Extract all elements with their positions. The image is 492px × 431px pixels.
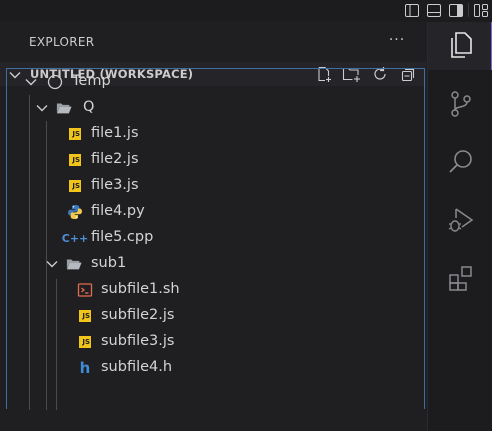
- open-folder-icon: [56, 100, 72, 116]
- tree-item-file[interactable]: JS file2.js: [7, 147, 425, 173]
- tree-item-label: Temp: [72, 73, 111, 89]
- explorer-icon[interactable]: [428, 22, 492, 70]
- search-icon[interactable]: [428, 138, 492, 186]
- source-control-icon[interactable]: [428, 80, 492, 128]
- tree-item-label: file1.js: [91, 125, 139, 141]
- root-folder-circle-icon: [47, 74, 63, 90]
- javascript-file-icon: JS: [77, 308, 93, 324]
- extensions-icon[interactable]: [428, 254, 492, 302]
- layout-separator: [468, 3, 469, 17]
- tree-item-folder-q[interactable]: Q: [7, 95, 425, 121]
- tree-item-label: Q: [83, 99, 95, 115]
- more-actions-button[interactable]: ···: [386, 30, 408, 50]
- tree-item-file[interactable]: subfile1.sh: [7, 277, 425, 303]
- tree-item-file[interactable]: JS subfile2.js: [7, 303, 425, 329]
- javascript-file-icon: JS: [77, 334, 93, 350]
- tree-item-label: subfile3.js: [101, 333, 175, 349]
- toggle-secondary-sidebar-icon[interactable]: [445, 1, 467, 19]
- tree-item-file[interactable]: file4.py: [7, 199, 425, 225]
- tree-item-file[interactable]: h subfile4.h: [7, 355, 425, 381]
- file-tree: Temp Q JS file1.js JS file2.js JS file3.…: [6, 68, 425, 410]
- tree-item-label: file3.js: [91, 177, 139, 193]
- python-file-icon: [67, 204, 83, 220]
- tree-item-file[interactable]: JS file3.js: [7, 173, 425, 199]
- tree-item-label: sub1: [91, 255, 127, 271]
- tree-item-label: subfile4.h: [101, 359, 173, 375]
- tree-item-file[interactable]: JS subfile3.js: [7, 329, 425, 355]
- tree-item-label: file2.js: [91, 151, 139, 167]
- run-debug-icon[interactable]: [428, 196, 492, 244]
- tree-focus-border: [424, 68, 425, 409]
- tree-item-label: file4.py: [91, 203, 145, 219]
- customize-layout-icon[interactable]: [470, 1, 492, 19]
- javascript-file-icon: JS: [67, 126, 83, 142]
- tree-item-file[interactable]: JS file1.js: [7, 121, 425, 147]
- tree-item-root[interactable]: Temp: [7, 69, 425, 95]
- chevron-down-icon: [44, 256, 60, 272]
- explorer-title: EXPLORER: [29, 35, 95, 49]
- javascript-file-icon: JS: [67, 178, 83, 194]
- toggle-primary-sidebar-icon[interactable]: [401, 1, 423, 19]
- tree-item-label: subfile1.sh: [101, 281, 180, 297]
- header-file-icon: h: [79, 359, 91, 377]
- activity-bar: [427, 22, 492, 431]
- tree-item-label: file5.cpp: [91, 229, 154, 245]
- tree-item-folder-sub1[interactable]: sub1: [7, 251, 425, 277]
- shell-file-icon: [77, 282, 93, 298]
- tree-item-file[interactable]: C++ file5.cpp: [7, 225, 425, 251]
- chevron-down-icon: [23, 74, 39, 90]
- title-bar: [0, 0, 492, 22]
- open-folder-icon: [66, 256, 82, 272]
- chevron-down-icon: [34, 100, 50, 116]
- tree-item-label: subfile2.js: [101, 307, 175, 323]
- toggle-panel-icon[interactable]: [423, 1, 445, 19]
- layout-controls: [401, 0, 492, 20]
- javascript-file-icon: JS: [67, 152, 83, 168]
- cpp-file-icon: C++: [61, 231, 89, 245]
